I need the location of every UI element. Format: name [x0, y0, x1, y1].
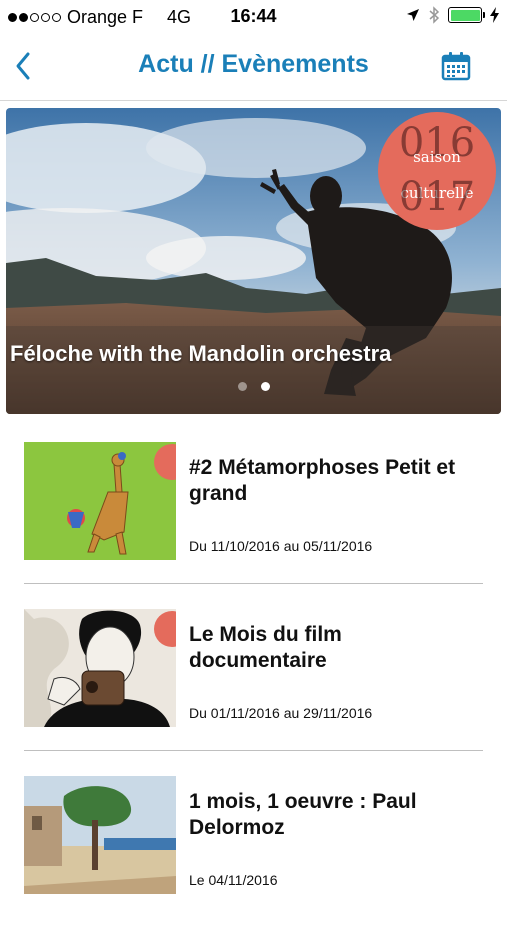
list-divider — [24, 750, 483, 751]
battery-icon — [448, 7, 485, 23]
page-dot-active[interactable] — [260, 382, 270, 391]
page-title: Actu // Evènements — [138, 50, 369, 78]
status-bar: Orange F 4G 16:44 — [0, 0, 507, 34]
page-dot[interactable] — [237, 382, 247, 391]
calendar-button[interactable] — [441, 51, 471, 81]
event-list-item[interactable]: 1 mois, 1 oeuvre : Paul Delormoz Le 04/1… — [24, 776, 484, 942]
navigation-bar: Actu // Evènements — [0, 34, 507, 101]
event-title: #2 Métamorphoses Petit et grand — [189, 456, 456, 505]
featured-event-title: Féloche with the Mandolin orchestra — [10, 341, 392, 366]
status-icons — [406, 6, 499, 24]
list-divider — [24, 583, 483, 584]
event-thumbnail — [24, 609, 176, 727]
charging-bolt-icon — [490, 7, 499, 23]
bluetooth-icon — [429, 6, 440, 24]
calendar-icon — [441, 52, 471, 81]
event-thumbnail — [24, 776, 176, 894]
event-thumbnail — [24, 442, 176, 560]
banner-caption-overlay — [6, 326, 501, 414]
saison-culturelle-badge: 016 saison culturelle 017 — [378, 112, 496, 230]
event-date: Le 04/11/2016 — [189, 872, 278, 888]
carousel-page-indicator[interactable] — [6, 382, 501, 391]
featured-event-banner[interactable]: 016 saison culturelle 017 Féloche with t… — [6, 108, 501, 414]
event-date: Du 01/11/2016 au 29/11/2016 — [189, 705, 373, 721]
location-arrow-icon — [407, 9, 419, 21]
event-title: Le Mois du film documentaire — [189, 623, 342, 672]
event-title: 1 mois, 1 oeuvre : Paul Delormoz — [189, 790, 417, 839]
event-date: Du 11/10/2016 au 05/11/2016 — [189, 538, 373, 554]
